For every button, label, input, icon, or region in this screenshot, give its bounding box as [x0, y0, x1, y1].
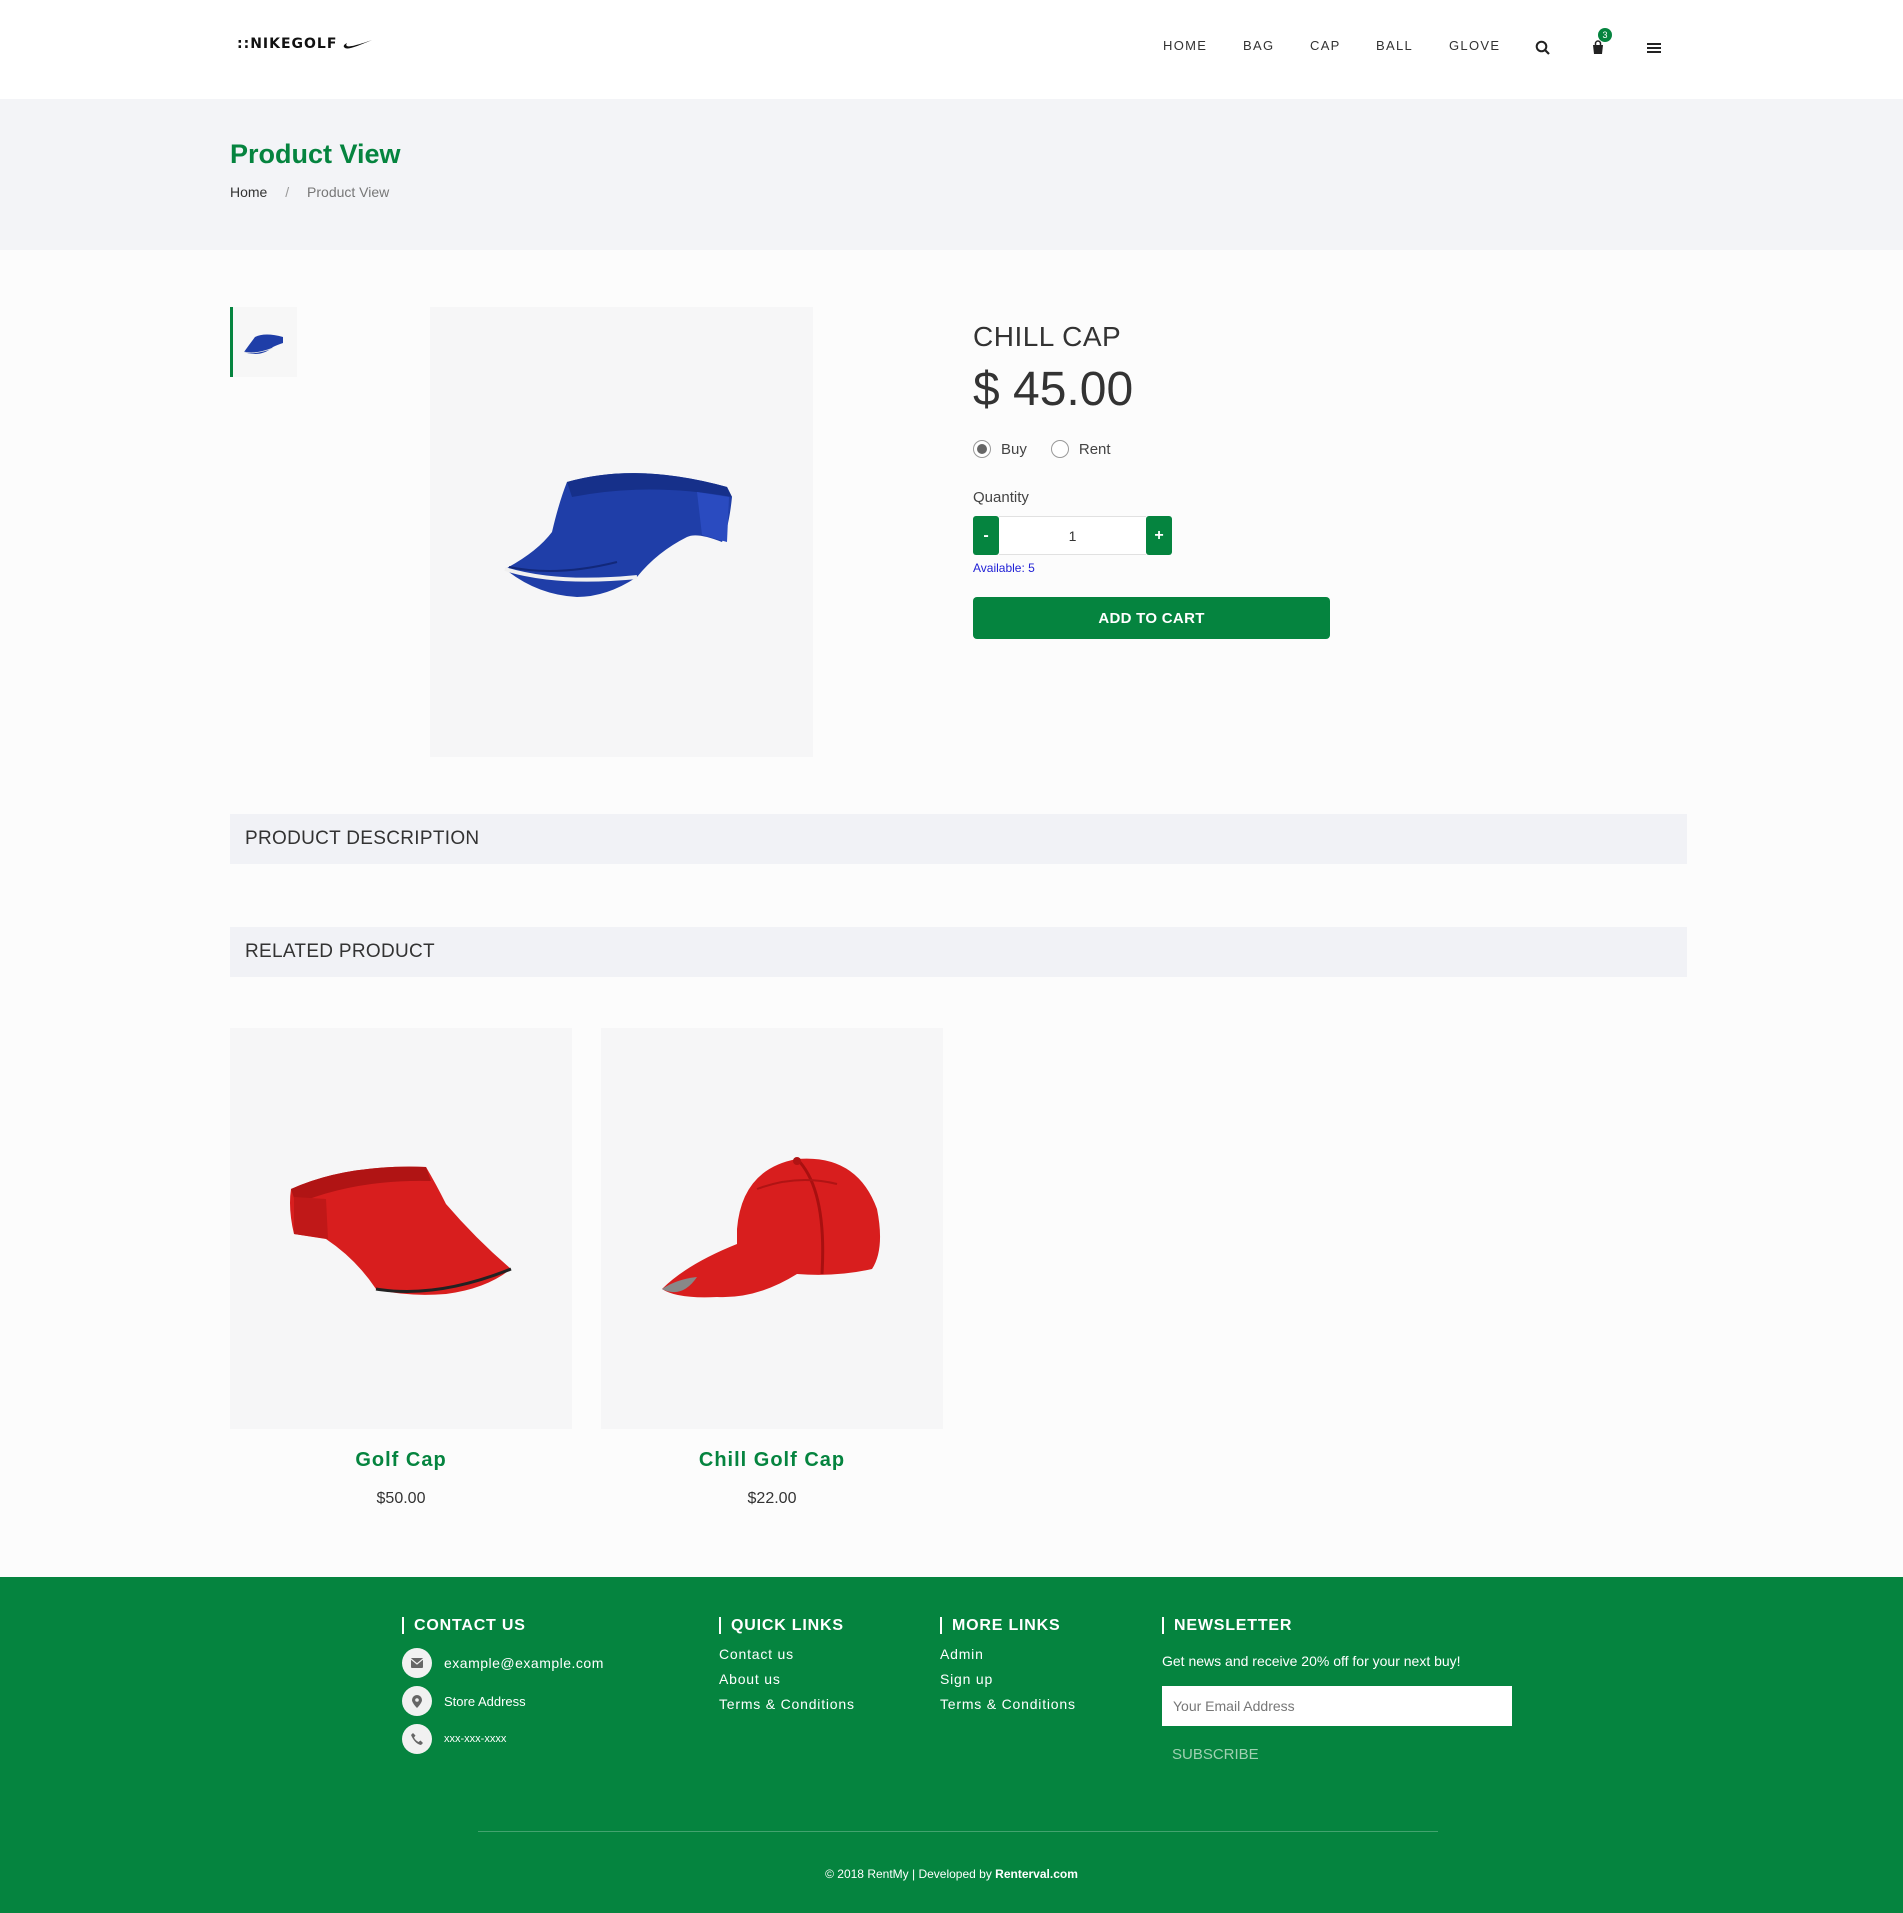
- product-description-header[interactable]: PRODUCT DESCRIPTION: [230, 814, 1687, 864]
- related-product-card: Chill Golf Cap $22.00: [601, 1028, 943, 1508]
- footer-contact-heading: CONTACT US: [402, 1617, 604, 1634]
- nav-cap[interactable]: CAP: [1310, 38, 1341, 53]
- footer-newsletter-column: NEWSLETTER Get news and receive 20% off …: [1162, 1617, 1512, 1763]
- footer-link-admin[interactable]: Admin: [940, 1646, 1076, 1662]
- contact-email-row: example@example.com: [402, 1648, 604, 1678]
- copyright: © 2018 RentMy | Developed by Renterval.c…: [0, 1867, 1903, 1881]
- product-main-image: [430, 307, 813, 757]
- cart-icon[interactable]: 3: [1586, 28, 1612, 60]
- nav-glove[interactable]: GLOVE: [1449, 38, 1500, 53]
- search-icon[interactable]: [1531, 36, 1555, 60]
- rent-radio-label[interactable]: Rent: [1079, 441, 1111, 458]
- phone-icon: [402, 1724, 432, 1754]
- breadcrumb: Home / Product View: [230, 184, 389, 200]
- related-product-price: $50.00: [376, 1490, 426, 1507]
- footer-quick-links-column: QUICK LINKS Contact us About us Terms & …: [719, 1617, 855, 1712]
- related-product-image[interactable]: [230, 1028, 572, 1429]
- nav-bag[interactable]: BAG: [1243, 38, 1274, 53]
- footer-link-terms-more[interactable]: Terms & Conditions: [940, 1696, 1076, 1712]
- buy-radio-label[interactable]: Buy: [1001, 441, 1027, 458]
- breadcrumb-current: Product View: [307, 184, 390, 200]
- breadcrumb-separator: /: [285, 184, 290, 200]
- add-to-cart-button[interactable]: ADD TO CART: [973, 597, 1330, 639]
- quantity-stepper: - +: [973, 516, 1172, 555]
- footer-more-links-heading: MORE LINKS: [940, 1617, 1076, 1634]
- nav-ball[interactable]: BALL: [1376, 38, 1413, 53]
- product-name: CHILL CAP: [973, 321, 1122, 352]
- quantity-increase-button[interactable]: +: [1146, 516, 1172, 555]
- contact-phone: xxx-xxx-xxxx: [444, 1733, 507, 1745]
- footer-link-contact-us[interactable]: Contact us: [719, 1646, 855, 1662]
- page-title: Product View: [230, 139, 401, 169]
- contact-address-row: Store Address: [402, 1686, 604, 1716]
- buy-radio[interactable]: [973, 440, 991, 458]
- purchase-type-options: Buy Rent: [973, 440, 1135, 458]
- quantity-label: Quantity: [973, 489, 1029, 506]
- newsletter-text: Get news and receive 20% off for your ne…: [1162, 1653, 1461, 1669]
- red-baseball-cap-image: [662, 1156, 881, 1297]
- related-product-name[interactable]: Golf Cap: [230, 1449, 572, 1472]
- red-visor-image: [290, 1166, 512, 1295]
- product-price: $ 45.00: [973, 363, 1134, 416]
- related-product-image[interactable]: [601, 1028, 943, 1429]
- contact-address: Store Address: [444, 1693, 526, 1709]
- footer-more-links-column: MORE LINKS Admin Sign up Terms & Conditi…: [940, 1617, 1076, 1712]
- quantity-decrease-button[interactable]: -: [973, 516, 999, 555]
- blue-visor-thumb-image: [243, 334, 283, 354]
- nav-home[interactable]: HOME: [1163, 38, 1207, 53]
- cart-count-badge: 3: [1598, 28, 1612, 42]
- copyright-text: © 2018 RentMy | Developed by: [825, 1867, 992, 1881]
- availability-text: Available: 5: [973, 561, 1035, 575]
- footer-link-sign-up[interactable]: Sign up: [940, 1671, 1076, 1687]
- page-banner: Product View Home / Product View: [0, 99, 1903, 250]
- rent-radio[interactable]: [1050, 440, 1069, 458]
- envelope-icon: [402, 1648, 432, 1678]
- site-footer: CONTACT US example@example.com Store Add…: [0, 1577, 1903, 1913]
- subscribe-button[interactable]: SUBSCRIBE: [1172, 1746, 1512, 1763]
- related-product-name[interactable]: Chill Golf Cap: [601, 1449, 943, 1472]
- contact-email[interactable]: example@example.com: [444, 1655, 604, 1671]
- contact-phone-row: xxx-xxx-xxxx: [402, 1724, 604, 1754]
- product-thumbnail[interactable]: [230, 307, 297, 377]
- footer-link-about-us[interactable]: About us: [719, 1671, 855, 1687]
- developer-link[interactable]: Renterval.com: [995, 1867, 1078, 1881]
- map-marker-icon: [402, 1686, 432, 1716]
- newsletter-email-input[interactable]: [1162, 1686, 1512, 1726]
- blue-visor-image: [503, 473, 732, 597]
- footer-divider: [478, 1831, 1438, 1832]
- quantity-input[interactable]: [999, 516, 1146, 555]
- related-product-header: RELATED PRODUCT: [230, 927, 1687, 977]
- related-product-price: $22.00: [747, 1490, 797, 1507]
- menu-icon[interactable]: [1642, 36, 1666, 60]
- main-nav: HOME BAG CAP BALL GLOVE 3: [0, 28, 1903, 60]
- related-product-card: Golf Cap $50.00: [230, 1028, 572, 1508]
- site-header: ::NIKEGOLF HOME BAG CAP BALL GLOVE 3: [0, 0, 1903, 99]
- breadcrumb-home[interactable]: Home: [230, 184, 267, 200]
- footer-contact-column: CONTACT US example@example.com Store Add…: [402, 1617, 604, 1754]
- footer-link-terms[interactable]: Terms & Conditions: [719, 1696, 855, 1712]
- footer-quick-links-heading: QUICK LINKS: [719, 1617, 855, 1634]
- footer-newsletter-heading: NEWSLETTER: [1162, 1617, 1512, 1634]
